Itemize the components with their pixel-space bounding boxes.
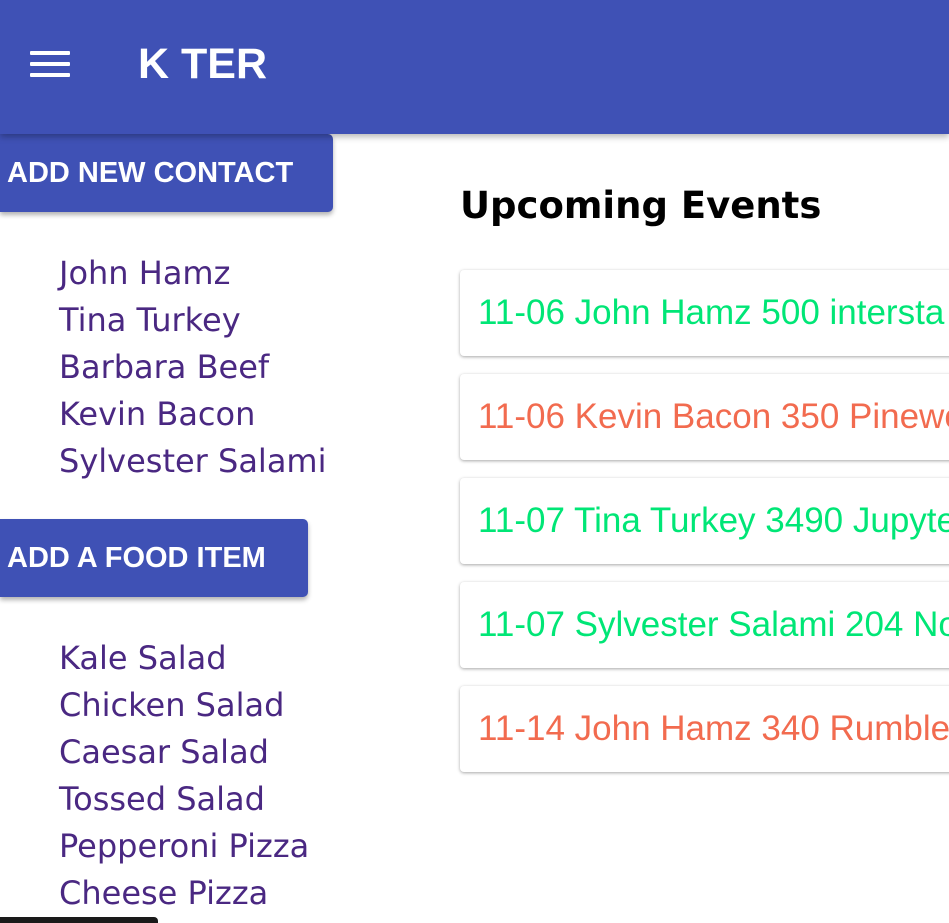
event-text: 11-06 Kevin Bacon 350 Pinewo [478,397,949,436]
add-new-contact-button[interactable]: ADD NEW CONTACT [0,134,333,212]
events-panel: 11-06 John Hamz 500 intersta 11-06 Kevin… [455,262,949,792]
menu-bar-line [30,51,70,55]
app-bar: K TER [0,0,949,134]
contact-list: John Hamz Tina Turkey Barbara Beef Kevin… [59,250,326,485]
contact-list-item[interactable]: Sylvester Salami [59,438,326,485]
contact-list-item[interactable]: John Hamz [59,250,326,297]
food-list-item[interactable]: Tossed Salad [59,776,309,823]
event-text: 11-14 John Hamz 340 Rumble [478,709,949,748]
event-card[interactable]: 11-06 Kevin Bacon 350 Pinewo [460,374,949,460]
event-text: 11-07 Sylvester Salami 204 No [478,605,949,644]
food-list-item[interactable]: Kale Salad [59,635,309,682]
scrollbar[interactable] [0,917,158,923]
contact-list-item[interactable]: Tina Turkey [59,297,326,344]
food-list: Kale Salad Chicken Salad Caesar Salad To… [59,635,309,917]
app-title: K TER [138,40,267,88]
menu-bar-line [30,73,70,77]
event-card[interactable]: 11-14 John Hamz 340 Rumble [460,686,949,772]
food-list-item[interactable]: Pepperoni Pizza [59,823,309,870]
hamburger-menu-icon[interactable] [26,44,74,84]
food-list-item[interactable]: Cheese Pizza [59,870,309,917]
food-list-item[interactable]: Caesar Salad [59,729,309,776]
event-card[interactable]: 11-07 Sylvester Salami 204 No [460,582,949,668]
food-list-item[interactable]: Chicken Salad [59,682,309,729]
event-text: 11-07 Tina Turkey 3490 Jupyte [478,501,949,540]
menu-bar-line [30,62,70,66]
event-card[interactable]: 11-07 Tina Turkey 3490 Jupyte [460,478,949,564]
event-card[interactable]: 11-06 John Hamz 500 intersta [460,270,949,356]
upcoming-events-heading: Upcoming Events [460,184,822,227]
event-list: 11-06 John Hamz 500 intersta 11-06 Kevin… [460,270,949,790]
contact-list-item[interactable]: Barbara Beef [59,344,326,391]
add-food-item-button[interactable]: ADD A FOOD ITEM [0,519,308,597]
contact-list-item[interactable]: Kevin Bacon [59,391,326,438]
event-text: 11-06 John Hamz 500 intersta [478,293,945,332]
